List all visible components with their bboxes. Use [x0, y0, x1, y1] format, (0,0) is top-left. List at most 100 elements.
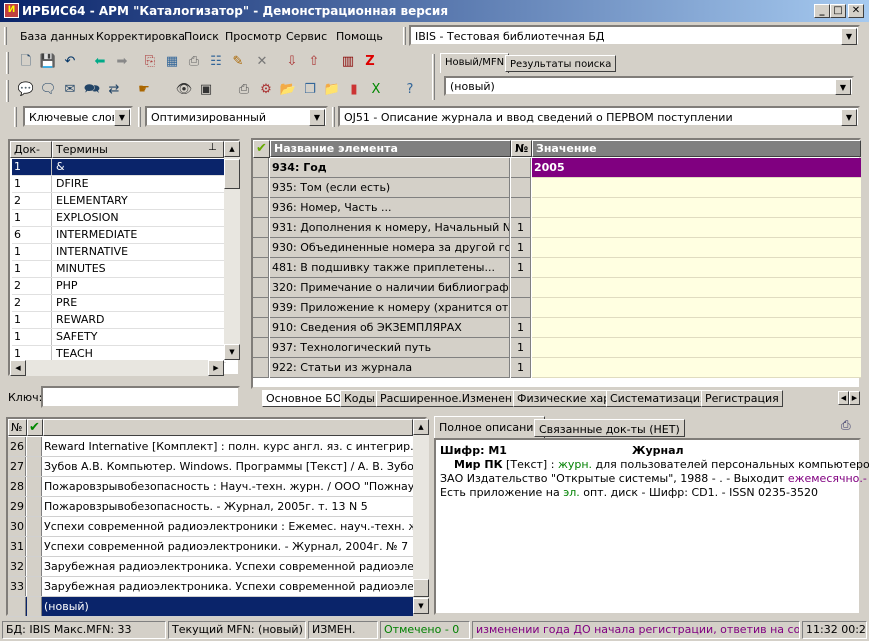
scroll-thumb[interactable]	[413, 579, 429, 597]
folder-open-icon[interactable]: 📁	[322, 80, 342, 100]
folder-icon[interactable]: ▣	[196, 80, 216, 100]
header-doc-title[interactable]	[43, 419, 413, 436]
field-row[interactable]: 320: Примечание о наличии библиографии/у…	[253, 278, 861, 298]
worksheet-grip[interactable]	[332, 107, 335, 127]
field-row[interactable]: 937: Технологический путь 1	[253, 338, 861, 358]
save-icon[interactable]: 💾	[38, 52, 58, 72]
document-list[interactable]: № ✔ 26 Reward Internative [Комплект] : по…	[6, 417, 429, 617]
document-check[interactable]	[27, 537, 42, 556]
minimize-button[interactable]: _	[814, 4, 830, 18]
database-combo[interactable]: IBIS - Тестовая библиотечная БД ▼	[409, 25, 860, 46]
term-row[interactable]: 1 INTERNATIVE	[12, 244, 226, 261]
db-grip[interactable]	[403, 27, 406, 45]
term-row[interactable]: 2 PRE	[12, 295, 226, 312]
document-check[interactable]	[27, 457, 42, 476]
term-row[interactable]: 1 REWARD	[12, 312, 226, 329]
header-element-name[interactable]: Название элемента	[270, 140, 511, 157]
field-tab[interactable]: Основное БО	[262, 390, 346, 407]
tab-linked-docs[interactable]: Связанные док-ты (НЕТ)	[534, 419, 685, 437]
irbis-logo-icon[interactable]: И	[4, 3, 19, 18]
term-scrollbar[interactable]: ▲ ▼	[224, 141, 240, 360]
document-row[interactable]: (новый)	[8, 597, 413, 617]
scroll-down-icon[interactable]: ▼	[224, 344, 240, 360]
field-value-cell[interactable]	[532, 218, 861, 238]
tab-full-description[interactable]: Полное описание	[434, 416, 546, 438]
new-mfn-combo[interactable]: (новый) ▼	[444, 76, 854, 96]
printer-icon[interactable]: ⎙	[234, 80, 254, 100]
term-row[interactable]: 1 &	[12, 159, 226, 176]
field-grid[interactable]: ✔ Название элемента № Значение 934: Год 2…	[251, 138, 861, 389]
z3950-icon[interactable]: Z	[360, 52, 380, 72]
menu-view[interactable]: Просмотр	[225, 30, 281, 43]
row-marker[interactable]	[253, 158, 269, 178]
document-check[interactable]	[27, 557, 42, 576]
doc-scrollbar[interactable]: ▲ ▼	[413, 419, 429, 614]
menu-service[interactable]: Сервис	[286, 30, 327, 43]
swap-icon[interactable]: ⇄	[104, 80, 124, 100]
row-marker[interactable]	[253, 198, 269, 218]
row-marker[interactable]	[253, 238, 269, 258]
chart-icon[interactable]: ▮	[344, 80, 364, 100]
copy-record-icon[interactable]: ⎘	[140, 52, 160, 72]
scroll-up-icon[interactable]: ▲	[413, 419, 429, 435]
key-input[interactable]	[41, 386, 240, 408]
tree-icon[interactable]: ☷	[206, 52, 226, 72]
field-tab[interactable]: Расширенное.Изменения	[376, 390, 530, 407]
desc-link[interactable]: ежемесячно.-	[788, 472, 867, 485]
menu-database[interactable]: База данных	[20, 30, 94, 43]
print-record-icon[interactable]: ⎙	[184, 52, 204, 72]
chevron-down-icon[interactable]: ▼	[309, 109, 325, 126]
check-icon[interactable]: ✔	[27, 419, 43, 436]
document-row[interactable]: 26 Reward Internative [Комплект] : полн. …	[8, 437, 413, 457]
tab-search-results[interactable]: Результаты поиска	[505, 55, 617, 72]
tab-scroll-left-icon[interactable]: ◀	[838, 391, 849, 405]
comment-icon[interactable]: 💬	[16, 80, 36, 100]
row-marker[interactable]	[253, 338, 269, 358]
grid-icon[interactable]: ▦	[162, 52, 182, 72]
excel-icon[interactable]: X	[366, 80, 386, 100]
field-tab[interactable]: Систематизация	[606, 390, 711, 407]
field-row[interactable]: 931: Дополнения к номеру, Начальный N в …	[253, 218, 861, 238]
field-tab[interactable]: Коды	[340, 390, 379, 407]
field-row[interactable]: 481: В подшивку также приплетены... 1	[253, 258, 861, 278]
scroll-right-icon[interactable]: ▶	[208, 360, 224, 376]
menu-edit[interactable]: Корректировка	[96, 30, 185, 43]
document-row[interactable]: 27 Зубов А.В. Компьютер. Windows. Програм…	[8, 457, 413, 477]
term-row[interactable]: 1 SAFETY	[12, 329, 226, 346]
term-hscrollbar[interactable]: ◀ ▶	[10, 360, 224, 376]
chevron-down-icon[interactable]: ▼	[841, 109, 857, 126]
print-description-icon[interactable]: ⎙	[841, 418, 851, 433]
document-row[interactable]: 29 Пожаровзрывобезопасность. - Журнал, 20…	[8, 497, 413, 517]
document-check[interactable]	[27, 577, 42, 596]
term-row[interactable]: 1 EXPLOSION	[12, 210, 226, 227]
document-check[interactable]	[27, 497, 42, 516]
menubar-grip[interactable]	[4, 27, 7, 45]
field-value-cell[interactable]: 2005	[532, 158, 861, 178]
pages-icon[interactable]: ❐	[300, 80, 320, 100]
edit-icon[interactable]: ✎	[228, 52, 248, 72]
close-button[interactable]: ✕	[848, 4, 864, 18]
term-row[interactable]: 1 MINUTES	[12, 261, 226, 278]
eye-icon[interactable]: 👁	[174, 80, 194, 100]
hand-icon[interactable]: ☛	[134, 80, 154, 100]
row-marker[interactable]	[253, 278, 269, 298]
title-bar[interactable]: И ИРБИС64 - АРМ "Каталогизатор" - Демонс…	[0, 0, 869, 22]
document-check[interactable]	[27, 517, 42, 536]
field-row[interactable]: 910: Сведения об ЭКЗЕМПЛЯРАХ 1	[253, 318, 861, 338]
mail-icon[interactable]: ✉	[60, 80, 80, 100]
tab-scroll-right-icon[interactable]: ▶	[849, 391, 860, 405]
help-book-icon[interactable]: ?	[400, 80, 420, 100]
tab-new-mfn[interactable]: Новый/MFN	[440, 53, 510, 73]
menu-help[interactable]: Помощь	[336, 30, 383, 43]
row-marker[interactable]	[253, 318, 269, 338]
search-grip[interactable]	[14, 107, 17, 127]
field-row[interactable]: 936: Номер, Часть ...	[253, 198, 861, 218]
export-icon[interactable]: ⇧	[304, 52, 324, 72]
document-row[interactable]: 33 Зарубежная радиоэлектроника. Успехи со…	[8, 577, 413, 597]
term-row[interactable]: 1 DFIRE	[12, 176, 226, 193]
document-check[interactable]	[27, 437, 42, 456]
field-value-cell[interactable]	[532, 258, 861, 278]
toolbar-grip[interactable]	[6, 52, 9, 74]
field-tab[interactable]: Регистрация	[701, 390, 783, 407]
field-value-cell[interactable]	[532, 238, 861, 258]
